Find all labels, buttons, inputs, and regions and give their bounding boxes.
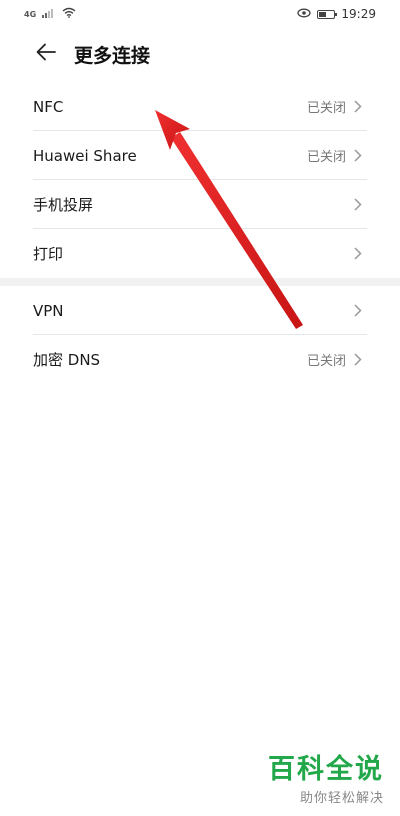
status-bar: 4G 19:29: [0, 0, 400, 28]
status-left: 4G: [24, 7, 76, 21]
settings-item-huawei-share[interactable]: Huawei Share 已关闭: [0, 131, 400, 180]
settings-item-label: 手机投屏: [33, 196, 94, 214]
eye-comfort-icon: [297, 7, 312, 21]
watermark-logo: 百科全说 助你轻松解决: [268, 754, 384, 807]
wifi-icon: [62, 7, 76, 21]
arrow-left-icon: [36, 43, 56, 65]
back-button[interactable]: [28, 36, 64, 72]
settings-item-status: 已关闭: [306, 150, 346, 165]
settings-item-label: 加密 DNS: [33, 351, 101, 369]
settings-item-vpn[interactable]: VPN: [0, 286, 400, 335]
chevron-right-icon: [354, 100, 366, 114]
settings-item-status: 已关闭: [306, 101, 346, 116]
watermark-subtitle: 助你轻松解决: [299, 791, 384, 806]
settings-item-print[interactable]: 打印: [0, 229, 400, 278]
page-title: 更多连接: [74, 44, 151, 67]
settings-item-label: VPN: [33, 301, 64, 320]
settings-item-nfc[interactable]: NFC 已关闭: [0, 82, 400, 131]
settings-item-screen-projection[interactable]: 手机投屏: [0, 180, 400, 229]
chevron-right-icon: [354, 198, 366, 212]
settings-group-connections: NFC 已关闭 Huawei Share 已关闭 手机投屏 打印: [0, 82, 400, 278]
status-time: 19:29: [341, 7, 376, 21]
network-type-label: 4G: [24, 9, 37, 19]
settings-item-label: 打印: [33, 245, 64, 263]
chevron-right-icon: [354, 149, 366, 163]
chevron-right-icon: [354, 247, 366, 261]
settings-item-label: Huawei Share: [33, 146, 137, 165]
settings-item-status: 已关闭: [306, 354, 346, 369]
signal-icon: [42, 7, 56, 21]
watermark-title: 百科全说: [268, 754, 384, 785]
app-header: 更多连接: [0, 28, 400, 80]
section-separator: [0, 278, 400, 286]
status-right: 19:29: [297, 7, 376, 21]
settings-item-private-dns[interactable]: 加密 DNS 已关闭: [0, 335, 400, 384]
settings-group-network: VPN 加密 DNS 已关闭: [0, 286, 400, 384]
battery-icon: [317, 9, 338, 19]
settings-item-label: NFC: [33, 97, 64, 116]
chevron-right-icon: [354, 353, 366, 367]
chevron-right-icon: [354, 304, 366, 318]
